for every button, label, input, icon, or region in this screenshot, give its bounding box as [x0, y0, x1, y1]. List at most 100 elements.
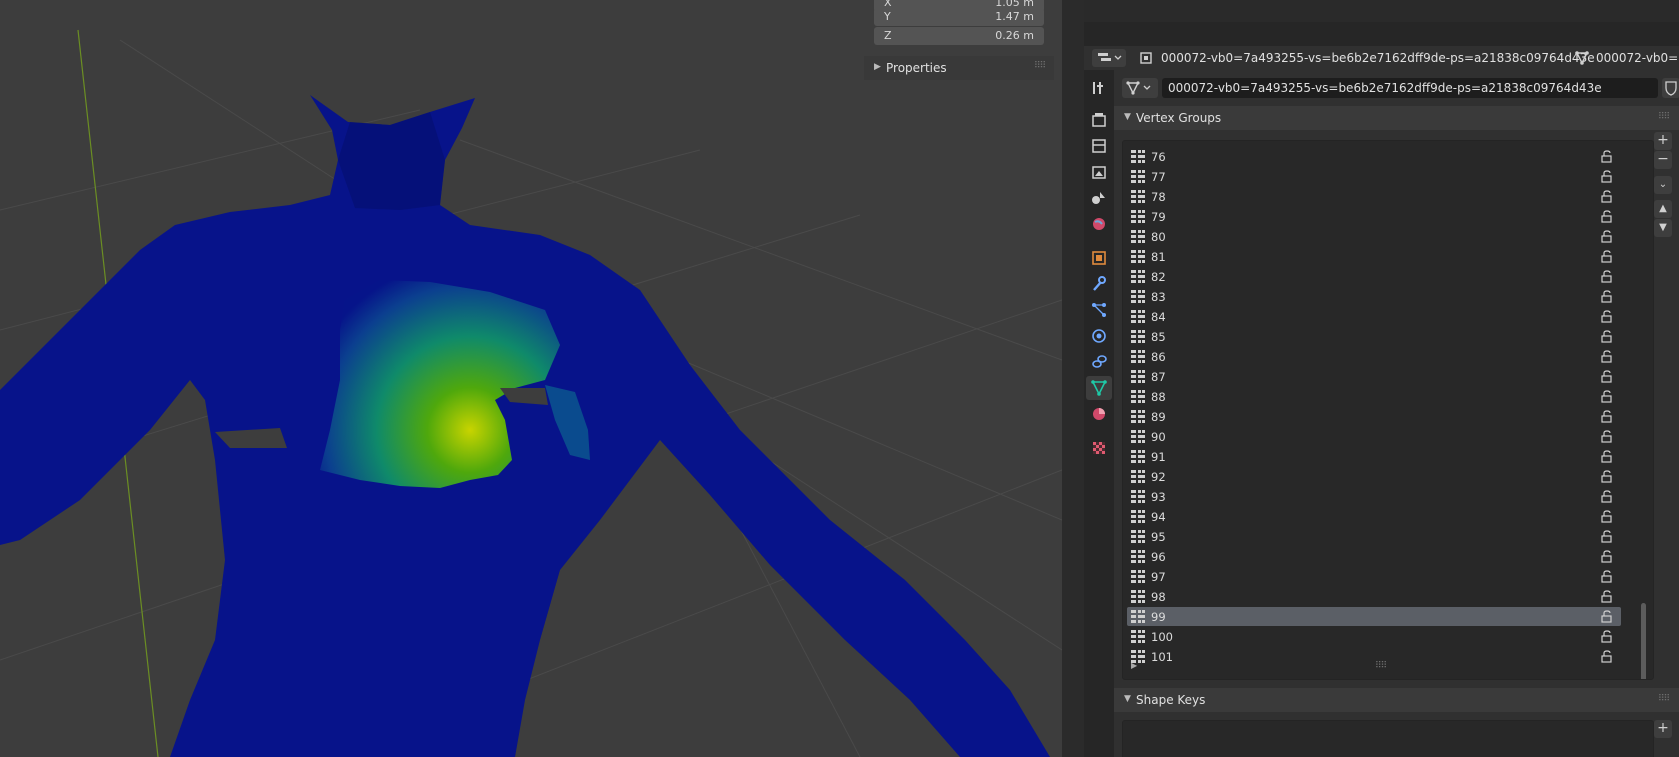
drag-handle-icon[interactable]: ⠿⠿	[1658, 694, 1670, 704]
unlock-icon[interactable]	[1601, 230, 1615, 243]
unlock-icon[interactable]	[1601, 150, 1615, 163]
vertex-group-item[interactable]: 83	[1127, 287, 1621, 306]
unlock-icon[interactable]	[1601, 270, 1615, 283]
vertex-group-icon	[1131, 570, 1145, 583]
vertex-group-item[interactable]: 88	[1127, 387, 1621, 406]
tab-particles[interactable]	[1086, 298, 1112, 322]
vertex-group-item[interactable]: 85	[1127, 327, 1621, 346]
list-resize-handle-icon[interactable]: ⠿⠿	[1375, 661, 1387, 671]
mesh-body[interactable]	[0, 95, 1050, 757]
vertex-group-specials-button[interactable]: ⌄	[1654, 176, 1672, 194]
vertex-group-item[interactable]: 99	[1127, 607, 1621, 626]
unlock-icon[interactable]	[1601, 250, 1615, 263]
list-scrollbar[interactable]	[1641, 603, 1646, 679]
unlock-icon[interactable]	[1601, 190, 1615, 203]
unlock-icon[interactable]	[1601, 330, 1615, 343]
tab-world[interactable]	[1086, 212, 1112, 236]
vertex-group-item[interactable]: 100	[1127, 627, 1621, 646]
tab-material[interactable]	[1086, 402, 1112, 426]
vertex-group-item[interactable]: 96	[1127, 547, 1621, 566]
vertex-group-item[interactable]: 81	[1127, 247, 1621, 266]
drag-handle-icon[interactable]: ⠿⠿	[1658, 112, 1670, 122]
vertex-group-item[interactable]: 87	[1127, 367, 1621, 386]
unlock-icon[interactable]	[1601, 490, 1615, 503]
datablock-name-field[interactable]: 000072-vb0=7a493255-vs=be6b2e7162dff9de-…	[1162, 78, 1658, 98]
unlock-icon[interactable]	[1601, 510, 1615, 523]
unlock-icon[interactable]	[1601, 530, 1615, 543]
unlock-icon[interactable]	[1601, 610, 1615, 623]
vertex-group-item[interactable]: 98	[1127, 587, 1621, 606]
vertex-groups-panel-header[interactable]: ▼ Vertex Groups ⠿⠿	[1114, 106, 1679, 130]
unlock-icon[interactable]	[1601, 430, 1615, 443]
vertex-group-item[interactable]: 76	[1127, 147, 1621, 166]
tab-texture[interactable]	[1086, 436, 1112, 460]
viewport-scene[interactable]	[0, 0, 1062, 757]
add-shape-key-button[interactable]: +	[1654, 720, 1672, 738]
unlock-icon[interactable]	[1601, 650, 1615, 663]
vertex-group-item[interactable]: 94	[1127, 507, 1621, 526]
vertex-group-item[interactable]: 92	[1127, 467, 1621, 486]
vertex-group-item[interactable]: 82	[1127, 267, 1621, 286]
tab-view-layer[interactable]	[1086, 160, 1112, 184]
tab-object[interactable]	[1086, 246, 1112, 270]
shape-keys-list[interactable]	[1122, 720, 1654, 757]
unlock-icon[interactable]	[1601, 450, 1615, 463]
vertex-group-item[interactable]: 91	[1127, 447, 1621, 466]
vertex-group-item[interactable]: 95	[1127, 527, 1621, 546]
tab-modifiers[interactable]	[1086, 272, 1112, 296]
move-up-button[interactable]: ▲	[1654, 200, 1672, 218]
data-name[interactable]: 000072-vb0=7a	[1596, 51, 1679, 65]
editor-type-button[interactable]	[1092, 49, 1126, 67]
vertex-group-item[interactable]: 80	[1127, 227, 1621, 246]
vertex-group-item[interactable]: 79	[1127, 207, 1621, 226]
tab-mesh-data[interactable]	[1086, 376, 1112, 400]
datablock-browse-button[interactable]	[1122, 78, 1158, 98]
unlock-icon[interactable]	[1601, 390, 1615, 403]
tab-tool[interactable]	[1086, 76, 1112, 100]
area-divider[interactable]	[1062, 0, 1084, 757]
vertex-group-item[interactable]: 86	[1127, 347, 1621, 366]
outliner-strip	[1084, 22, 1679, 46]
3d-viewport[interactable]: X 1.05 m Y 1.47 m Z 0.26 m ▶ Properties …	[0, 0, 1062, 757]
unlock-icon[interactable]	[1601, 630, 1615, 643]
tab-physics[interactable]	[1086, 324, 1112, 348]
arrow-down-icon: ▼	[1659, 222, 1667, 233]
vertex-group-item[interactable]: 77	[1127, 167, 1621, 186]
shape-keys-panel-header[interactable]: ▼ Shape Keys ⠿⠿	[1114, 688, 1679, 712]
vertex-group-item[interactable]: 90	[1127, 427, 1621, 446]
transform-z-field[interactable]: Z 0.26 m	[874, 27, 1044, 45]
tab-constraints[interactable]	[1086, 350, 1112, 374]
tab-render[interactable]	[1086, 108, 1112, 132]
transform-y-field[interactable]: Y 1.47 m	[874, 8, 1044, 26]
vertex-group-item[interactable]: 93	[1127, 487, 1621, 506]
tab-output[interactable]	[1086, 134, 1112, 158]
vertex-group-name: 93	[1151, 490, 1166, 504]
unlock-icon[interactable]	[1601, 350, 1615, 363]
vertex-group-item[interactable]: 89	[1127, 407, 1621, 426]
vertex-group-item[interactable]: 97	[1127, 567, 1621, 586]
properties-tabs	[1084, 70, 1114, 757]
unlock-icon[interactable]	[1601, 470, 1615, 483]
unlock-icon[interactable]	[1601, 290, 1615, 303]
remove-vertex-group-button[interactable]: −	[1654, 151, 1672, 169]
filter-options-icon[interactable]: ▶	[1131, 661, 1137, 670]
move-down-button[interactable]: ▼	[1654, 219, 1672, 237]
tab-scene[interactable]	[1086, 186, 1112, 210]
vertex-group-item[interactable]: 101	[1127, 647, 1621, 666]
unlock-icon[interactable]	[1601, 550, 1615, 563]
unlock-icon[interactable]	[1601, 170, 1615, 183]
fake-user-button[interactable]	[1662, 78, 1679, 98]
vertex-groups-list[interactable]: 76 77 78 79 80 81 82 83 84 85 86 87 88 89 90 91 92 93 94 95…	[1122, 140, 1654, 680]
drag-handle-icon[interactable]: ⠿⠿	[1034, 61, 1046, 71]
unlock-icon[interactable]	[1601, 590, 1615, 603]
vertex-group-item[interactable]: 84	[1127, 307, 1621, 326]
object-name[interactable]: 000072-vb0=7a493255-vs=be6b2e7162dff9de-…	[1161, 51, 1595, 65]
unlock-icon[interactable]	[1601, 410, 1615, 423]
add-vertex-group-button[interactable]: +	[1654, 132, 1672, 150]
unlock-icon[interactable]	[1601, 310, 1615, 323]
vertex-group-item[interactable]: 78	[1127, 187, 1621, 206]
unlock-icon[interactable]	[1601, 210, 1615, 223]
properties-subpanel-header[interactable]: ▶ Properties ⠿⠿	[864, 56, 1054, 80]
unlock-icon[interactable]	[1601, 570, 1615, 583]
unlock-icon[interactable]	[1601, 370, 1615, 383]
